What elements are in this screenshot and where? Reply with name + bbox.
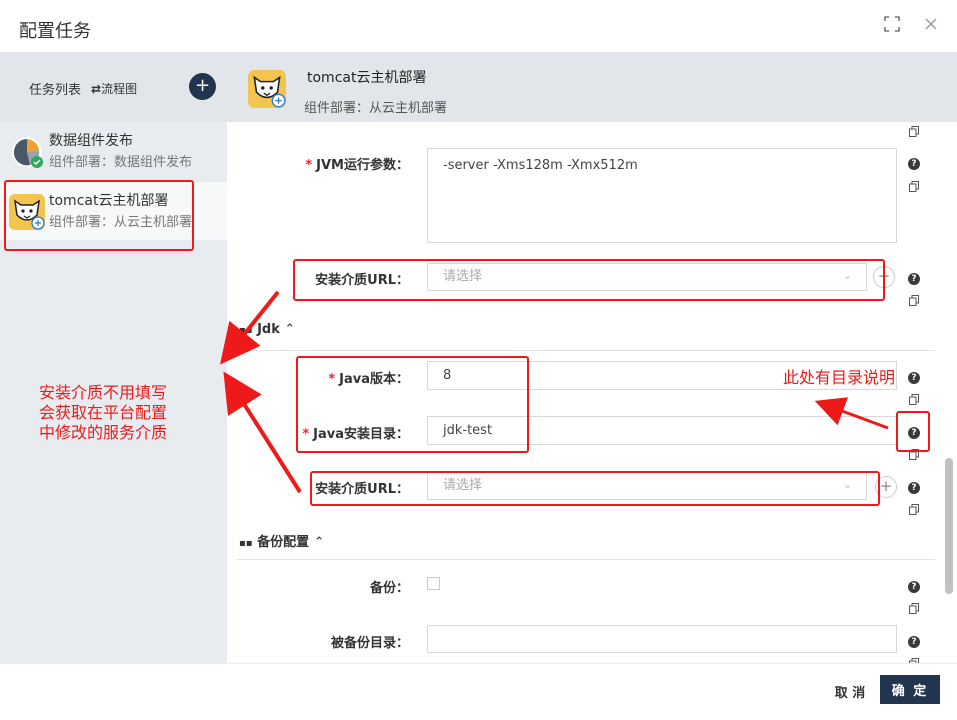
task-name: 数据组件发布 <box>49 133 133 149</box>
jvm-args-textarea[interactable]: -server -Xms128m -Xmx512m <box>427 148 897 243</box>
jdk-section-header[interactable]: ▪▪ Jdk ⌃ <box>239 322 295 337</box>
annotation-note-left: 安装介质不用填写 会获取在平台配置 中修改的服务介质 <box>39 383 167 443</box>
cancel-button[interactable]: 取 消 <box>825 676 875 706</box>
dialog-titlebar: 配置任务 <box>0 0 957 52</box>
copy-icon[interactable] <box>909 126 919 137</box>
task-detail-header: tomcat云主机部署 组件部署：从云主机部署 <box>227 52 957 122</box>
annotation-note-right: 此处有目录说明 <box>783 368 896 387</box>
backup-label: 备份： <box>369 581 409 596</box>
backup-section-header[interactable]: ▪▪ 备份配置 ⌃ <box>239 531 325 550</box>
copy-icon[interactable] <box>909 181 919 192</box>
help-icon[interactable]: ? <box>908 581 920 593</box>
annotation-box-media-url <box>293 259 885 301</box>
divider <box>237 350 935 351</box>
task-sidebar: 任务列表 ⇄流程图 + 数据组件发布 组件部署：数据组件发布 tomcat云主机… <box>0 52 227 663</box>
help-icon[interactable]: ? <box>908 158 920 170</box>
task-title: tomcat云主机部署 <box>307 70 427 86</box>
backup-checkbox[interactable] <box>427 577 440 590</box>
close-icon[interactable] <box>921 16 941 36</box>
flow-chart-link[interactable]: ⇄流程图 <box>91 80 137 97</box>
grid-icon: ▪▪ <box>239 538 253 549</box>
fullscreen-icon[interactable] <box>882 16 902 36</box>
plus-icon: + <box>194 75 211 96</box>
dialog-footer: 取 消 确 定 <box>0 663 957 720</box>
annotation-line: 安装介质不用填写 <box>39 383 168 402</box>
backup-dir-label: 被备份目录： <box>330 636 409 651</box>
help-icon[interactable]: ? <box>908 372 920 384</box>
copy-icon[interactable] <box>909 603 919 614</box>
flow-chart-icon: ⇄ <box>91 82 102 96</box>
chevron-up-icon: ⌃ <box>284 322 296 337</box>
backup-dir-input[interactable] <box>427 625 897 653</box>
task-subtitle: 组件部署：从云主机部署 <box>304 101 448 116</box>
annotation-line: 会获取在平台配置 <box>39 403 168 422</box>
annotation-box-task <box>4 180 194 251</box>
annotation-line: 中修改的服务介质 <box>39 423 168 442</box>
confirm-button[interactable]: 确 定 <box>880 675 940 704</box>
copy-icon[interactable] <box>909 295 919 306</box>
form-scrollbar[interactable] <box>945 458 953 594</box>
annotation-box-help <box>896 411 930 452</box>
copy-icon[interactable] <box>909 394 919 405</box>
jvm-args-label: * JVM运行参数： <box>305 158 409 173</box>
chevron-up-icon: ⌃ <box>313 535 325 550</box>
task-sub: 组件部署：数据组件发布 <box>49 155 193 170</box>
task-item-data-publish[interactable]: 数据组件发布 组件部署：数据组件发布 <box>0 122 227 180</box>
sidebar-header: 任务列表 ⇄流程图 + <box>0 52 227 122</box>
task-list-label: 任务列表 <box>29 83 82 98</box>
annotation-box-media-url-2 <box>310 471 880 506</box>
pie-chart-icon <box>10 134 46 170</box>
add-task-button[interactable]: + <box>189 73 216 100</box>
annotation-box-java <box>296 356 529 453</box>
help-icon[interactable]: ? <box>908 636 920 648</box>
flow-chart-label: 流程图 <box>101 82 138 96</box>
tomcat-icon <box>247 69 287 109</box>
copy-icon[interactable] <box>909 504 919 515</box>
help-icon[interactable]: ? <box>908 482 920 494</box>
dialog-title: 配置任务 <box>19 21 91 42</box>
divider <box>237 559 935 560</box>
grid-icon: ▪▪ <box>239 325 253 336</box>
help-icon[interactable]: ? <box>908 273 920 285</box>
